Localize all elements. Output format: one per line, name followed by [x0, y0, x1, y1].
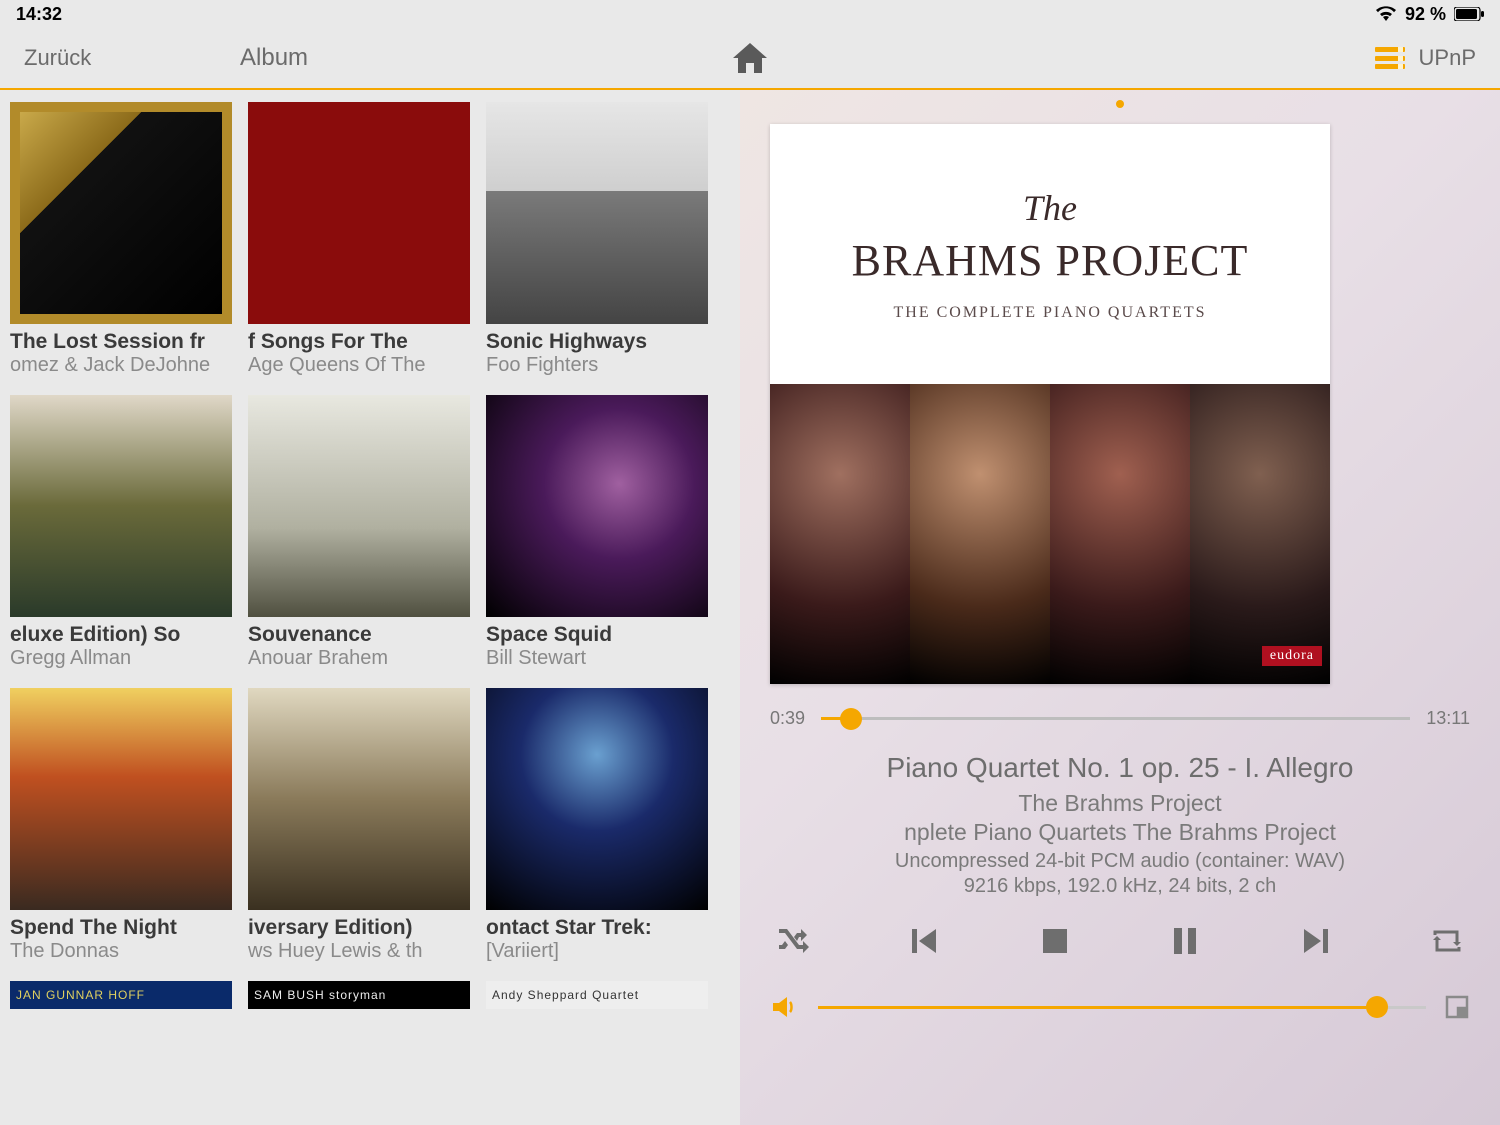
- track-title: Piano Quartet No. 1 op. 25 - I. Allegro: [740, 752, 1500, 784]
- page-title: Album: [240, 44, 308, 72]
- fullscreen-button[interactable]: [1444, 994, 1470, 1020]
- album-art: [10, 395, 232, 617]
- album-artist: Gregg Allman: [10, 647, 240, 670]
- back-button[interactable]: Zurück: [24, 45, 91, 71]
- volume-fill: [818, 1006, 1377, 1009]
- home-button[interactable]: [733, 43, 767, 73]
- album-artist: Bill Stewart: [486, 647, 716, 670]
- album-art-partial[interactable]: SAM BUSH storyman: [248, 981, 470, 1009]
- status-right: 92 %: [1375, 4, 1484, 25]
- now-playing-pane: The BRAHMS PROJECT THE COMPLETE PIANO QU…: [740, 90, 1500, 1125]
- album-title: ontact Star Trek:: [486, 916, 716, 940]
- album-item[interactable]: Sonic Highways Foo Fighters: [486, 102, 716, 377]
- album-artist: Age Queens Of The: [248, 354, 478, 377]
- nav-bar: Zurück Album UPnP: [0, 28, 1500, 88]
- album-art: [10, 102, 232, 324]
- album-list-pane[interactable]: The Lost Session fr omez & Jack DeJohne …: [0, 90, 740, 1125]
- album-title: Sonic Highways: [486, 330, 716, 354]
- album-title: Souvenance: [248, 623, 478, 647]
- server-label: UPnP: [1419, 45, 1476, 71]
- server-selector[interactable]: UPnP: [1375, 45, 1476, 71]
- album-title: eluxe Edition) So: [10, 623, 240, 647]
- cover-text-the: The: [1023, 187, 1077, 229]
- server-icon: [1375, 47, 1405, 69]
- progress-thumb[interactable]: [840, 708, 862, 730]
- volume-slider[interactable]: [818, 1006, 1426, 1009]
- next-button[interactable]: [1293, 918, 1339, 964]
- cover-text-sub: THE COMPLETE PIANO QUARTETS: [893, 304, 1206, 322]
- album-item[interactable]: eluxe Edition) So Gregg Allman: [10, 395, 240, 670]
- cover-text-title: BRAHMS PROJECT: [852, 235, 1249, 286]
- album-title: Spend The Night: [10, 916, 240, 940]
- volume-icon[interactable]: [770, 992, 800, 1022]
- album-art-partial[interactable]: JAN GUNNAR HOFF: [10, 981, 232, 1009]
- album-title: f Songs For The: [248, 330, 478, 354]
- album-artist: Foo Fighters: [486, 354, 716, 377]
- album-art-partial[interactable]: Andy Sheppard Quartet: [486, 981, 708, 1009]
- volume-row: [770, 992, 1470, 1022]
- album-art: [248, 102, 470, 324]
- repeat-button[interactable]: [1424, 918, 1470, 964]
- progress-slider[interactable]: [821, 717, 1410, 720]
- battery-percent: 92 %: [1405, 4, 1446, 25]
- album-artist: Anouar Brahem: [248, 647, 478, 670]
- wifi-icon: [1375, 6, 1397, 22]
- album-title: iversary Edition): [248, 916, 478, 940]
- album-art: [486, 102, 708, 324]
- track-format: Uncompressed 24-bit PCM audio (container…: [740, 850, 1500, 873]
- album-cover[interactable]: The BRAHMS PROJECT THE COMPLETE PIANO QU…: [770, 124, 1330, 684]
- status-bar: 14:32 92 %: [0, 0, 1500, 28]
- progress-row: 0:39 13:11: [770, 708, 1470, 729]
- previous-button[interactable]: [901, 918, 947, 964]
- album-item[interactable]: Space Squid Bill Stewart: [486, 395, 716, 670]
- page-indicator-dot: [1116, 100, 1124, 108]
- album-item[interactable]: ontact Star Trek: [Variiert]: [486, 688, 716, 963]
- album-item[interactable]: The Lost Session fr omez & Jack DeJohne: [10, 102, 240, 377]
- volume-thumb[interactable]: [1366, 996, 1388, 1018]
- track-meta: Piano Quartet No. 1 op. 25 - I. Allegro …: [740, 752, 1500, 898]
- album-title: The Lost Session fr: [10, 330, 240, 354]
- album-art: [10, 688, 232, 910]
- album-art: [486, 395, 708, 617]
- album-item[interactable]: Spend The Night The Donnas: [10, 688, 240, 963]
- stop-button[interactable]: [1032, 918, 1078, 964]
- album-art: [248, 395, 470, 617]
- track-bitrate: 9216 kbps, 192.0 kHz, 24 bits, 2 ch: [740, 875, 1500, 898]
- cover-photo-strip: eudora: [770, 384, 1330, 684]
- battery-icon: [1454, 7, 1484, 21]
- album-artist: The Donnas: [10, 940, 240, 963]
- main-content: The Lost Session fr omez & Jack DeJohne …: [0, 90, 1500, 1125]
- album-artist: omez & Jack DeJohne: [10, 354, 240, 377]
- track-album-line: nplete Piano Quartets The Brahms Project: [740, 819, 1500, 846]
- time-elapsed: 0:39: [770, 708, 805, 729]
- playback-controls: [770, 918, 1470, 964]
- album-item[interactable]: f Songs For The Age Queens Of The: [248, 102, 478, 377]
- album-artist: [Variiert]: [486, 940, 716, 963]
- album-title: Space Squid: [486, 623, 716, 647]
- album-artist: ws Huey Lewis & th: [248, 940, 478, 963]
- album-item[interactable]: iversary Edition) ws Huey Lewis & th: [248, 688, 478, 963]
- label-badge: eudora: [1262, 646, 1322, 666]
- album-item[interactable]: Souvenance Anouar Brahem: [248, 395, 478, 670]
- album-art: [248, 688, 470, 910]
- shuffle-button[interactable]: [770, 918, 816, 964]
- time-total: 13:11: [1426, 708, 1470, 729]
- pause-button[interactable]: [1162, 918, 1208, 964]
- track-artist: The Brahms Project: [740, 790, 1500, 817]
- status-time: 14:32: [16, 4, 62, 25]
- album-art: [486, 688, 708, 910]
